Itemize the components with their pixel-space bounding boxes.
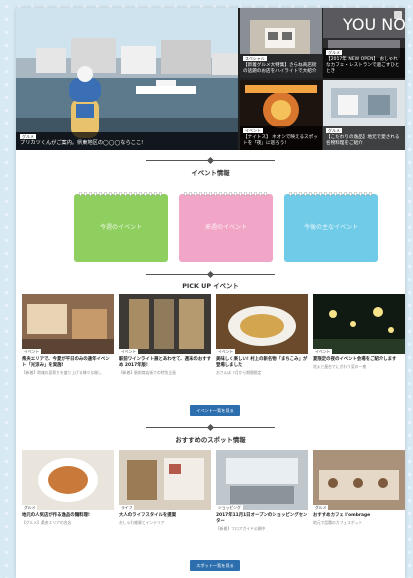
- calendar-next-week[interactable]: 来週のイベント: [179, 191, 273, 262]
- hero-tile-2[interactable]: YOU NO グルメ 【2017年 NEW OPEN】 おしゃれなカフェ・レスト…: [323, 8, 405, 78]
- event-list-button[interactable]: イベント一覧を見る: [190, 405, 240, 416]
- event-calendar-heading: イベント情報: [191, 169, 230, 177]
- category-tag: スペシャル: [243, 56, 267, 61]
- category-tag: グルメ: [326, 128, 342, 133]
- card-subtitle: おさんぽ 7月から期間限定: [216, 370, 262, 375]
- category-tag: ライフ: [119, 505, 135, 510]
- category-tag: イベント: [119, 349, 139, 354]
- ring-binding-icon: [288, 191, 374, 197]
- card-subtitle: 花火と屋台でにぎわう夏の一夜: [313, 364, 367, 369]
- divider-pin-icon: [206, 423, 215, 432]
- category-tag: グルメ: [313, 505, 329, 510]
- category-tag: ショッピング: [216, 505, 243, 510]
- ring-binding-icon: [78, 191, 164, 197]
- category-tag: イベント: [313, 349, 333, 354]
- divider-pin-icon: [206, 156, 215, 165]
- slider-control[interactable]: [394, 11, 402, 19]
- spot-list-button[interactable]: スポット一覧を見る: [190, 560, 240, 571]
- card-title: 駅前ワインライト展とあわせて、週末のおすすめ 2017年版!: [119, 357, 211, 368]
- card-title: 地元の人気店が作る逸品の麺料理!: [22, 513, 90, 518]
- hero-main-feature[interactable]: グルメ ブリカツくんがご案内。県東地区の◯◯◯ならここ!: [16, 8, 238, 150]
- card-subtitle: おしゃれ雑貨とインテリア: [119, 520, 165, 525]
- category-tag: グルメ: [20, 134, 36, 139]
- card-title: 夏限定の夜のイベント会場をご紹介します: [313, 357, 397, 362]
- caption-text: 【新着グルメ大特集】さらね商店街の話題のお店をハイライトで大紹介: [243, 63, 317, 74]
- harbor-image: [16, 8, 238, 150]
- tile-caption: スペシャル 【新着グルメ大特集】さらね商店街の話題のお店をハイライトで大紹介: [240, 54, 322, 78]
- calendar-this-week[interactable]: 今週のイベント: [74, 191, 168, 262]
- category-tag: グルメ: [326, 50, 342, 55]
- ring-binding-icon: [183, 191, 269, 197]
- calendar-label: 今後の主なイベント: [303, 224, 358, 231]
- spot-card[interactable]: ライフ 大人のライフスタイルを提案 おしゃれ雑貨とインテリア: [119, 450, 211, 525]
- hero-tile-4[interactable]: グルメ 【こだわりの逸品】地元で愛される名物料理をご紹介: [323, 80, 405, 150]
- pickup-card[interactable]: イベント 駅前ワインライト展とあわせて、週末のおすすめ 2017年版! 【新着】…: [119, 294, 211, 375]
- card-image: ライフ: [119, 450, 211, 510]
- caption-text: ブリカツくんがご案内。県東地区の◯◯◯ならここ!: [20, 140, 144, 146]
- caption-text: 【こだわりの逸品】地元で愛される名物料理をご紹介: [326, 135, 400, 146]
- pickup-card[interactable]: イベント 美味しく楽しい! 村上の新名物「まちこみ」が登場しました おさんぽ 7…: [216, 294, 308, 375]
- hero-main-caption: グルメ ブリカツくんがご案内。県東地区の◯◯◯ならここ!: [16, 132, 238, 150]
- spot-card[interactable]: グルメ おすすめカフェ l'ombrage 地元で話題のカフェスポット: [313, 450, 405, 525]
- card-image: グルメ: [22, 450, 114, 510]
- spots-heading: おすすめのスポット情報: [175, 436, 246, 444]
- card-title: 大人のライフスタイルを提案: [119, 513, 177, 518]
- category-tag: イベント: [243, 128, 263, 133]
- category-tag: グルメ: [22, 505, 38, 510]
- spot-card[interactable]: グルメ 地元の人気店が作る逸品の麺料理! 【グルメ】県央エリアの名店: [22, 450, 114, 525]
- caption-text: 【ナイトス】 ネオンで映えるスポットを「夜」に巡ろう!: [243, 135, 318, 146]
- calendar-label: 今週のイベント: [99, 224, 142, 231]
- pickup-card[interactable]: イベント 夏限定の夜のイベント会場をご紹介します 花火と屋台でにぎわう夏の一夜: [313, 294, 405, 369]
- card-image: イベント: [119, 294, 211, 354]
- card-image: イベント: [22, 294, 114, 354]
- card-image: ショッピング: [216, 450, 308, 510]
- hero-tile-3[interactable]: イベント 【ナイトス】 ネオンで映えるスポットを「夜」に巡ろう!: [240, 80, 322, 150]
- card-image: イベント: [313, 294, 405, 354]
- card-subtitle: 【新着】フロアガイド公開中: [216, 526, 266, 531]
- card-title: 県央エリアで、今夏が平日のみの通年イベント「光涼み」を実施!: [22, 357, 110, 368]
- card-title: 美味しく楽しい! 村上の新名物「まちこみ」が登場しました: [216, 357, 308, 368]
- card-subtitle: 地元で話題のカフェスポット: [313, 520, 363, 525]
- pickup-card[interactable]: イベント 県央エリアで、今夏が平日のみの通年イベント「光涼み」を実施! 【新着】…: [22, 294, 114, 375]
- category-tag: イベント: [216, 349, 236, 354]
- card-title: おすすめカフェ l'ombrage: [313, 513, 371, 518]
- tile-caption: グルメ 【2017年 NEW OPEN】 おしゃれなカフェ・レストランで過ごすひ…: [323, 48, 405, 78]
- calendar-upcoming[interactable]: 今後の主なイベント: [284, 191, 378, 262]
- card-image: グルメ: [313, 450, 405, 510]
- card-title: 2017年11月1日オープンのショッピングセンター: [216, 513, 308, 524]
- pickup-heading: PICK UP イベント: [182, 282, 239, 290]
- caption-text: 【2017年 NEW OPEN】 おしゃれなカフェ・レストランで過ごすひととき: [326, 57, 400, 74]
- card-subtitle: 【新着】駅前商店街での特別企画: [119, 370, 176, 375]
- page: グルメ ブリカツくんがご案内。県東地区の◯◯◯ならここ! スペシャル 【新着グル…: [16, 8, 405, 578]
- hero-carousel: グルメ ブリカツくんがご案内。県東地区の◯◯◯ならここ! スペシャル 【新着グル…: [16, 8, 405, 150]
- card-subtitle: 【新着】地域の夏祭りを盛り上げる様々な催し: [22, 370, 102, 375]
- divider-pin-icon: [206, 270, 215, 279]
- card-image: イベント: [216, 294, 308, 354]
- category-tag: イベント: [22, 349, 42, 354]
- hero-tile-1[interactable]: スペシャル 【新着グルメ大特集】さらね商店街の話題のお店をハイライトで大紹介: [240, 8, 322, 78]
- spot-card[interactable]: ショッピング 2017年11月1日オープンのショッピングセンター 【新着】フロア…: [216, 450, 308, 531]
- tile-caption: グルメ 【こだわりの逸品】地元で愛される名物料理をご紹介: [323, 126, 405, 150]
- card-subtitle: 【グルメ】県央エリアの名店: [22, 520, 72, 525]
- tile-caption: イベント 【ナイトス】 ネオンで映えるスポットを「夜」に巡ろう!: [240, 126, 322, 150]
- calendar-label: 来週のイベント: [204, 224, 247, 231]
